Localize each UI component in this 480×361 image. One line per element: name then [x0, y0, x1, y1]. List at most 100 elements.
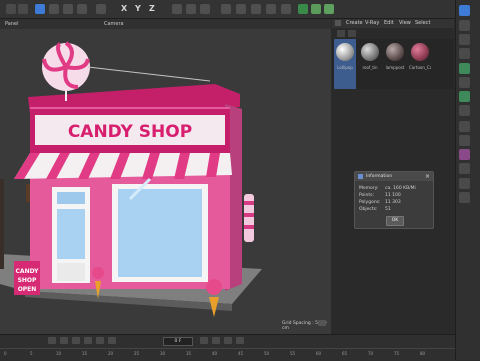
timeline-tick: 10: [56, 351, 62, 356]
door-window: [57, 209, 85, 259]
deformer-icon[interactable]: [281, 4, 291, 14]
lock-icon[interactable]: [459, 135, 470, 146]
timeline-tick: 75: [394, 351, 400, 356]
keyframe-selection-icon[interactable]: [224, 337, 232, 344]
array-icon[interactable]: [266, 4, 276, 14]
points-value: 11 100: [385, 193, 401, 198]
previous-key-icon[interactable]: [60, 337, 68, 344]
scale-icon[interactable]: [63, 4, 73, 14]
render-view-icon[interactable]: [172, 4, 182, 14]
recent-tools-icon[interactable]: [96, 4, 106, 14]
grid-icon[interactable]: [459, 192, 470, 203]
candy-shop-scene: CANDY SHOP CANDY SHOP OPEN: [0, 41, 262, 317]
app-icon: [358, 174, 363, 179]
redo-icon[interactable]: [18, 4, 28, 14]
viewport-camera-label[interactable]: Camera: [104, 21, 124, 27]
viewport-header: Panel Camera: [0, 19, 331, 29]
render-settings-icon[interactable]: [200, 4, 210, 14]
main-toolbar: X Y Z: [0, 0, 480, 19]
add-material-icon[interactable]: [337, 30, 345, 37]
viewport-options-icon[interactable]: [318, 320, 326, 326]
material-menu-bar: Create V-Ray Edit View Select: [332, 19, 454, 28]
material-label: Lollipop: [337, 65, 353, 70]
menu-edit[interactable]: Edit: [384, 20, 394, 26]
floor-icon[interactable]: [298, 4, 308, 14]
material-swatch-lollipop[interactable]: [336, 43, 354, 61]
menu-hamburger-icon[interactable]: [335, 20, 341, 26]
points-mode-icon[interactable]: [459, 20, 470, 31]
workplane-icon[interactable]: [459, 121, 470, 132]
menu-select[interactable]: Select: [415, 20, 430, 26]
menu-vray[interactable]: V-Ray: [365, 20, 379, 26]
paint-icon[interactable]: [459, 163, 470, 174]
y-axis-toggle[interactable]: Y: [135, 4, 141, 14]
close-icon[interactable]: ×: [425, 173, 430, 180]
dialog-title: Information: [366, 174, 393, 179]
x-axis-toggle[interactable]: X: [121, 4, 127, 14]
go-to-end-icon[interactable]: [108, 337, 116, 344]
material-filter-icon[interactable]: [348, 30, 356, 37]
objects-value: 51: [385, 207, 391, 212]
axis-mode-icon[interactable]: [459, 77, 470, 88]
z-axis-toggle[interactable]: Z: [149, 4, 155, 14]
shop-sign-text: CANDY SHOP: [68, 122, 192, 142]
ok-button[interactable]: OK: [386, 216, 404, 226]
dialog-title-bar: Information ×: [355, 172, 433, 181]
menu-view[interactable]: View: [399, 20, 411, 26]
timeline-tick: 35: [186, 351, 192, 356]
camera-icon[interactable]: [311, 4, 321, 14]
play-icon[interactable]: [84, 337, 92, 344]
viewport[interactable]: Panel Camera CANDY SHOP CANDY SHOP OPEN …: [0, 19, 331, 334]
timeline-tick: 20: [108, 351, 114, 356]
timeline-tick: 30: [160, 351, 166, 356]
memory-value: ca. 160 KB/Mi: [385, 186, 416, 191]
uv-mode-icon[interactable]: [459, 63, 470, 74]
points-label: Points:: [359, 193, 375, 198]
record-icon[interactable]: [200, 337, 208, 344]
model-mode-icon[interactable]: [459, 5, 470, 16]
timeline-tick: 65: [342, 351, 348, 356]
live-selection-icon[interactable]: [35, 4, 45, 14]
palette-strip: [455, 0, 480, 360]
next-frame-icon[interactable]: [96, 337, 104, 344]
roof-wire: [87, 66, 211, 82]
go-to-start-icon[interactable]: [48, 337, 56, 344]
menu-create[interactable]: Create: [346, 20, 363, 26]
material-label: lamppost: [385, 65, 405, 70]
material-swatch-roof-tin[interactable]: [361, 43, 379, 61]
polygons-label: Polygons:: [359, 200, 381, 205]
current-frame-field[interactable]: 0 F: [163, 337, 193, 346]
texture-mode-icon[interactable]: [459, 91, 470, 102]
board-line-1: CANDY: [16, 268, 40, 275]
subdivision-icon[interactable]: [251, 4, 261, 14]
sculpt-icon[interactable]: [459, 149, 470, 160]
viewport-panel-menu[interactable]: Panel: [5, 21, 19, 27]
timeline-tick: 5: [30, 351, 33, 356]
cube-icon[interactable]: [221, 4, 231, 14]
information-dialog: Information × Memory: ca. 160 KB/Mi Poin…: [354, 171, 434, 229]
previous-frame-icon[interactable]: [72, 337, 80, 344]
lamp-post: [0, 179, 4, 269]
motion-icon[interactable]: [236, 337, 244, 344]
rotate-icon[interactable]: [77, 4, 87, 14]
autokey-icon[interactable]: [212, 337, 220, 344]
undo-icon[interactable]: [6, 4, 16, 14]
pen-icon[interactable]: [236, 4, 246, 14]
timeline-tick: 55: [290, 351, 296, 356]
snap-icon[interactable]: [459, 105, 470, 116]
material-grid: Lollipop roof_tin lamppost Cartoon_Ca: [332, 39, 454, 89]
door-window-top: [57, 192, 85, 204]
render-picture-viewer-icon[interactable]: [186, 4, 196, 14]
objects-label: Objects:: [359, 207, 378, 212]
edges-mode-icon[interactable]: [459, 34, 470, 45]
move-icon[interactable]: [49, 4, 59, 14]
material-swatch-lamppost[interactable]: [386, 43, 404, 61]
camera-view-icon[interactable]: [459, 178, 470, 189]
polygons-mode-icon[interactable]: [459, 48, 470, 59]
light-icon[interactable]: [324, 4, 334, 14]
material-label: Cartoon_Ca: [409, 65, 431, 70]
timeline-tick: 25: [134, 351, 140, 356]
timeline-tick: 40: [212, 351, 218, 356]
timeline: 0 F 0 5 10 15 20 25 30 35 40 45 50 55 60…: [0, 334, 455, 361]
material-swatch-cartoon[interactable]: [411, 43, 429, 61]
